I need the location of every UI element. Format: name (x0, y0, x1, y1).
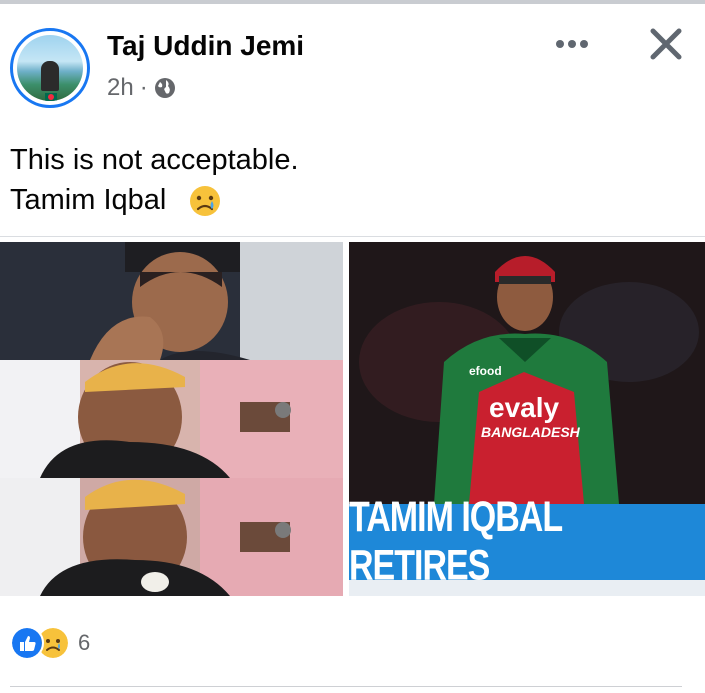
author-name[interactable]: Taj Uddin Jemi (107, 30, 304, 62)
right-retirement-photo[interactable]: efood evaly BANGLADESH TAMIM IQBAL RETIR… (349, 242, 705, 596)
jersey-brand: efood (469, 364, 502, 378)
retirement-banner-text: TAMIM IQBAL RETIRES (349, 493, 563, 590)
post-meta: 2h · (107, 74, 176, 102)
collage-image (0, 242, 343, 596)
top-border (0, 0, 705, 4)
reaction-count[interactable]: 6 (78, 630, 90, 656)
close-icon[interactable] (648, 26, 684, 62)
banner-bottom-strip (349, 580, 705, 596)
retirement-banner: TAMIM IQBAL RETIRES (349, 493, 705, 590)
jersey-sponsor: evaly (489, 392, 560, 423)
reactions-summary[interactable]: 6 (10, 626, 90, 660)
crying-face-emoji-icon (190, 186, 221, 217)
avatar-photo (17, 35, 83, 101)
left-collage-photo[interactable] (0, 242, 343, 596)
post-time[interactable]: 2h (107, 74, 134, 102)
more-horizontal-icon[interactable] (552, 30, 592, 58)
post-text-line1: This is not acceptable. (10, 144, 299, 176)
divider (0, 236, 705, 237)
avatar[interactable] (10, 28, 90, 108)
divider (10, 686, 682, 687)
jersey-country: BANGLADESH (481, 424, 580, 440)
like-reaction-icon (10, 626, 44, 660)
post-text-line2: Tamim Iqbal (10, 184, 167, 216)
post-text: This is not acceptable. Tamim Iqbal (10, 140, 299, 220)
globe-icon[interactable] (154, 77, 176, 99)
post-text-line2-wrap: Tamim Iqbal (10, 180, 299, 220)
meta-separator: · (139, 74, 148, 101)
